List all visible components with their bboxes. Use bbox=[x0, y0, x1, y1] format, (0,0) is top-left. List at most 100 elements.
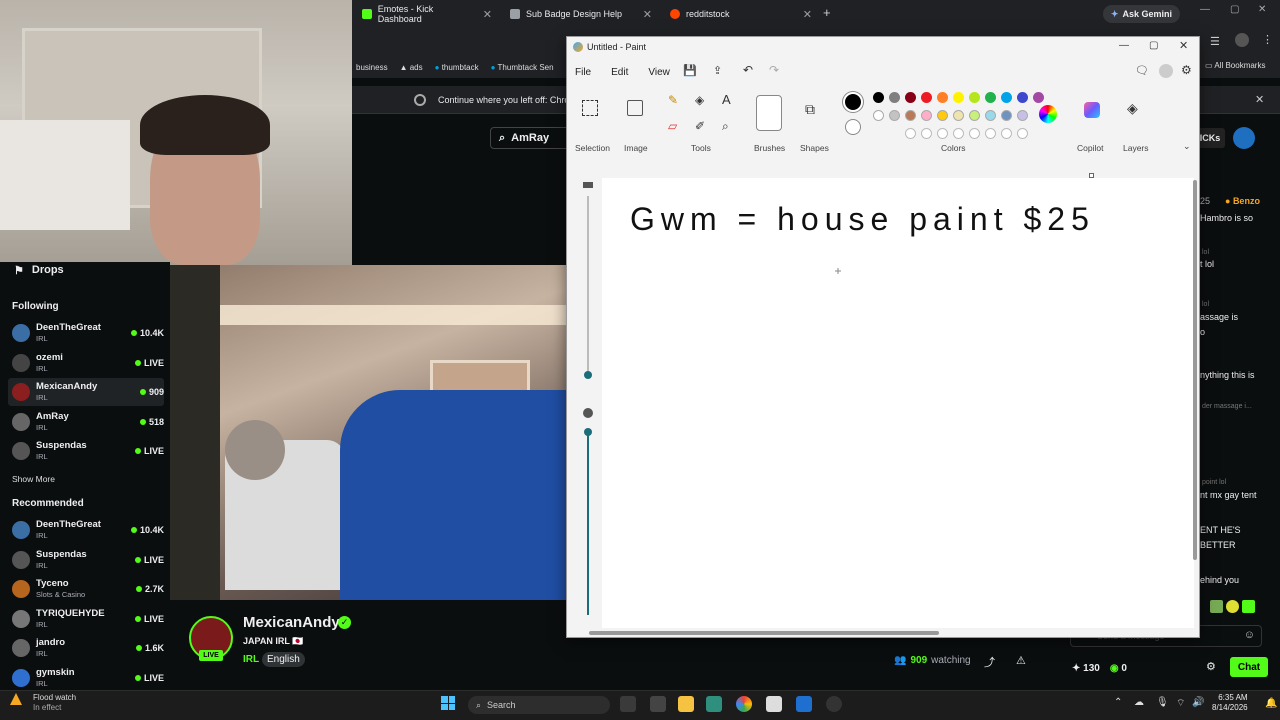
chat-send-button[interactable]: Chat bbox=[1230, 657, 1268, 677]
settings-icon[interactable]: ⚙ bbox=[1181, 63, 1192, 77]
comment-icon[interactable]: 🗨 bbox=[1135, 64, 1149, 77]
close-tab-icon[interactable]: ✕ bbox=[643, 8, 652, 21]
copilot-icon[interactable] bbox=[1084, 102, 1100, 118]
size-slider-track[interactable] bbox=[587, 196, 589, 376]
taskbar-search[interactable]: ⌕ Search bbox=[468, 696, 610, 714]
color-swatch[interactable] bbox=[1017, 110, 1028, 121]
sidebar-item-jandro[interactable]: jandro IRL 1.6K bbox=[8, 634, 164, 662]
save-icon[interactable]: 💾 bbox=[683, 64, 697, 77]
start-icon[interactable] bbox=[441, 696, 455, 710]
color-swatch[interactable] bbox=[1001, 110, 1012, 121]
share-icon[interactable]: ⇪ bbox=[713, 64, 722, 77]
sidebar-item-suspendas[interactable]: Suspendas IRL LIVE bbox=[8, 546, 164, 574]
chat-settings-icon[interactable]: ⚙ bbox=[1206, 660, 1216, 673]
sidebar-item-tyceno[interactable]: Tyceno Slots & Casino 2.7K bbox=[8, 575, 164, 603]
minimize-icon[interactable]: — bbox=[1200, 4, 1210, 15]
stream-category[interactable]: IRL bbox=[243, 654, 259, 665]
brushes-icon[interactable] bbox=[756, 95, 782, 131]
maximize-icon[interactable]: ▢ bbox=[1230, 4, 1239, 15]
folder-icon[interactable] bbox=[678, 696, 694, 712]
chevron-up-icon[interactable]: ⌃ bbox=[1114, 697, 1122, 708]
custom-color-slot[interactable] bbox=[969, 128, 980, 139]
close-tab-icon[interactable]: ✕ bbox=[483, 8, 492, 21]
color-swatch[interactable] bbox=[1033, 92, 1044, 103]
custom-color-slot[interactable] bbox=[905, 128, 916, 139]
streamer-name[interactable]: MexicanAndy bbox=[243, 614, 340, 631]
close-tab-icon[interactable]: ✕ bbox=[803, 8, 812, 21]
primary-color-swatch[interactable] bbox=[843, 92, 863, 112]
kicks-display[interactable]: ◉ 0 bbox=[1110, 663, 1127, 674]
notification-icon[interactable]: 🔔 bbox=[1265, 698, 1277, 709]
sidebar-item-amray[interactable]: AmRay IRL 518 bbox=[8, 408, 164, 436]
avatar[interactable] bbox=[1233, 127, 1255, 149]
bookmark-ads[interactable]: ▲ ads bbox=[400, 63, 423, 72]
selection-icon[interactable] bbox=[582, 100, 598, 116]
color-swatch[interactable] bbox=[985, 110, 996, 121]
points-display[interactable]: ✦ 130 bbox=[1072, 663, 1100, 674]
new-tab-button[interactable]: + bbox=[823, 5, 831, 20]
app-icon[interactable] bbox=[826, 696, 842, 712]
tab-redditstock[interactable]: redditstock ✕ bbox=[660, 3, 818, 25]
image-icon[interactable] bbox=[627, 100, 643, 116]
color-swatch[interactable] bbox=[889, 92, 900, 103]
custom-color-slot[interactable] bbox=[953, 128, 964, 139]
eraser-icon[interactable]: ▱ bbox=[668, 119, 677, 133]
paint-canvas[interactable]: Gwm = house paint $25 bbox=[602, 173, 1194, 628]
bookmark-thumbtack[interactable]: ● thumbtack bbox=[435, 63, 479, 72]
search-input[interactable]: ⌕ AmRay bbox=[490, 127, 570, 149]
custom-color-slot[interactable] bbox=[985, 128, 996, 139]
custom-color-slot[interactable] bbox=[921, 128, 932, 139]
emote-icon[interactable] bbox=[1210, 600, 1223, 613]
show-more-link[interactable]: Show More bbox=[12, 474, 55, 484]
language-tag[interactable]: English bbox=[262, 652, 305, 667]
close-window-icon[interactable]: ✕ bbox=[1179, 39, 1188, 52]
kebab-menu-icon[interactable]: ⋮ bbox=[1262, 33, 1273, 46]
account-icon[interactable] bbox=[1159, 64, 1173, 78]
paint-taskbar-icon[interactable] bbox=[706, 696, 722, 712]
menu-file[interactable]: File bbox=[575, 67, 591, 78]
custom-color-slot[interactable] bbox=[1017, 128, 1028, 139]
tab-kick-dashboard[interactable]: Emotes - Kick Dashboard ✕ bbox=[352, 3, 498, 25]
bookmark-thumbtack-sen[interactable]: ● Thumbtack Sen bbox=[491, 63, 554, 72]
magnifier-icon[interactable]: ⌕ bbox=[722, 119, 729, 134]
color-swatch[interactable] bbox=[873, 92, 884, 103]
color-picker-icon[interactable]: ✐ bbox=[695, 119, 705, 133]
color-swatch[interactable] bbox=[905, 110, 916, 121]
task-view-icon[interactable] bbox=[620, 696, 636, 712]
volume-icon[interactable]: 🔊 bbox=[1192, 697, 1204, 708]
chrome-icon[interactable] bbox=[736, 696, 752, 712]
custom-color-slot[interactable] bbox=[937, 128, 948, 139]
color-swatch[interactable] bbox=[969, 92, 980, 103]
sidebar-item-tyriquehyde[interactable]: TYRIQUEHYDE IRL LIVE bbox=[8, 605, 164, 633]
emoji-icon[interactable]: ☺ bbox=[1244, 629, 1255, 641]
sidebar-item-suspendas[interactable]: Suspendas IRL LIVE bbox=[8, 437, 164, 465]
share-icon[interactable]: ⤴ bbox=[984, 654, 995, 670]
sidebar-item-gymskin[interactable]: gymskin IRL LIVE bbox=[8, 664, 164, 692]
color-swatch[interactable] bbox=[921, 92, 932, 103]
sidebar-item-ozemi[interactable]: ozemi IRL LIVE bbox=[8, 349, 164, 377]
report-icon[interactable]: ⚠ bbox=[1016, 654, 1026, 667]
tab-sub-badge[interactable]: Sub Badge Design Help ✕ bbox=[500, 3, 658, 25]
menu-edit[interactable]: Edit bbox=[611, 67, 628, 78]
color-swatch[interactable] bbox=[1017, 92, 1028, 103]
photos-icon[interactable] bbox=[796, 696, 812, 712]
all-bookmarks[interactable]: ▭ All Bookmarks bbox=[1205, 61, 1265, 70]
profile-icon[interactable] bbox=[1235, 33, 1249, 47]
color-swatch[interactable] bbox=[953, 110, 964, 121]
layers-icon[interactable]: ◈ bbox=[1127, 100, 1138, 117]
undo-icon[interactable]: ↶ bbox=[743, 63, 753, 77]
notepad-icon[interactable] bbox=[766, 696, 782, 712]
system-clock[interactable]: 6:35 AM 8/14/2026 bbox=[1212, 693, 1248, 713]
maximize-icon[interactable]: ▢ bbox=[1149, 40, 1158, 51]
close-restore-icon[interactable]: ✕ bbox=[1255, 93, 1264, 106]
shapes-icon[interactable]: ⧉ bbox=[805, 101, 815, 118]
opacity-slider-thumb[interactable] bbox=[584, 428, 592, 436]
color-swatch[interactable] bbox=[985, 92, 996, 103]
horizontal-scrollbar[interactable] bbox=[589, 631, 939, 635]
file-icon[interactable] bbox=[650, 696, 666, 712]
weather-widget[interactable]: Flood watch In effect bbox=[33, 693, 76, 713]
menu-view[interactable]: View bbox=[648, 67, 670, 78]
custom-color-slot[interactable] bbox=[1001, 128, 1012, 139]
edit-colors-icon[interactable] bbox=[1039, 105, 1057, 123]
text-icon[interactable]: A bbox=[722, 92, 731, 107]
